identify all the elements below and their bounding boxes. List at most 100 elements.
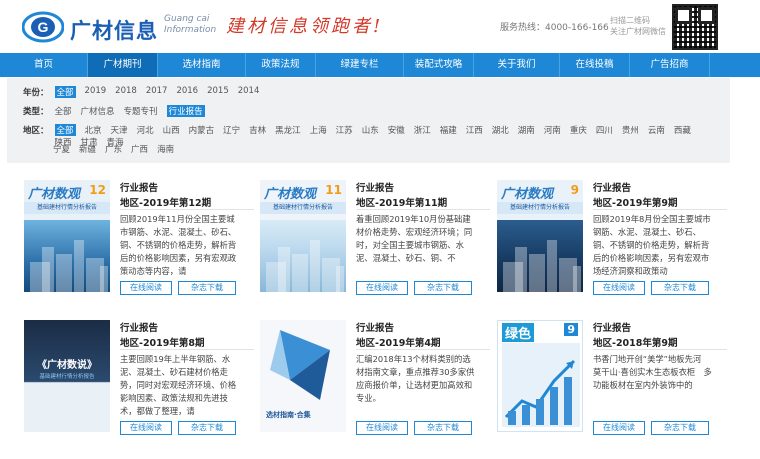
- filter-option[interactable]: 上海: [310, 124, 327, 136]
- card-subtitle[interactable]: 地区-2019年第11期: [356, 195, 447, 209]
- filter-option[interactable]: 专题专刊: [124, 105, 158, 117]
- card-title: 行业报告: [356, 323, 395, 334]
- filter-option[interactable]: 广东: [105, 143, 122, 155]
- cover-band: 基础建材行情分析报告: [39, 374, 95, 380]
- nav-item[interactable]: 广告招商: [630, 53, 710, 77]
- hotline: 服务热线：4000-166-166: [500, 23, 609, 33]
- cover-title: 《广材数说》: [37, 360, 97, 371]
- card-subtitle[interactable]: 地区-2019年第9期: [593, 195, 678, 209]
- filter-option[interactable]: 全部: [54, 124, 76, 136]
- journal-card: 选材指南·合集 行业报告 地区-2019年第4期汇编2018年13个材料类别的选材指…: [260, 320, 490, 448]
- filter-option[interactable]: 河北: [137, 124, 154, 136]
- year-filter: 年份： 全部 2019 2018 2017 2016 2015 2014: [23, 86, 260, 98]
- nav-item[interactable]: 选材指南: [158, 53, 246, 77]
- filter-option[interactable]: 四川: [596, 124, 613, 136]
- filter-panel: 年份： 全部 2019 2018 2017 2016 2015 2014 类型： 全部 广材信…: [7, 78, 730, 163]
- read-online-button[interactable]: 在线阅读: [356, 421, 408, 435]
- card-subtitle[interactable]: 地区-2019年第12期: [120, 195, 211, 209]
- download-button[interactable]: 杂志下载: [414, 421, 472, 435]
- nav-item[interactable]: 在线投稿: [560, 53, 630, 77]
- filter-option[interactable]: 安徽: [388, 124, 405, 136]
- filter-option[interactable]: 2019: [85, 86, 107, 98]
- nav-item[interactable]: 绿建专栏: [316, 53, 404, 77]
- filter-option[interactable]: 辽宁: [223, 124, 240, 136]
- card-description: 回顾2019年11月份全国主要城市钢筋、水泥、混凝土、砂石、铜、不锈钢的价格走势…: [120, 214, 237, 276]
- cover-band: 基础建材行情分析报告: [260, 202, 346, 214]
- filter-option[interactable]: 广西: [131, 143, 148, 155]
- nav-item[interactable]: 广材期刊: [88, 53, 158, 77]
- read-online-button[interactable]: 在线阅读: [120, 281, 172, 295]
- main-nav: 首页 广材期刊 选材指南 政策法规 绿建专栏 装配式攻略 关于我们 在线投稿 广告招商: [0, 53, 760, 77]
- download-button[interactable]: 杂志下载: [651, 281, 709, 295]
- filter-option[interactable]: 山西: [163, 124, 180, 136]
- read-online-button[interactable]: 在线阅读: [593, 421, 645, 435]
- card-subtitle[interactable]: 地区-2018年第9期: [593, 335, 678, 349]
- card-description: 书香门地开创“美学”地板先河 莫干山·喜创实木生态板衣柜 多功能板材在室内外装饰…: [593, 354, 712, 390]
- filter-option[interactable]: 山东: [362, 124, 379, 136]
- filter-option[interactable]: 湖南: [518, 124, 535, 136]
- read-online-button[interactable]: 在线阅读: [593, 281, 645, 295]
- journal-card: 广材数观 9 基础建材行情分析报告 行业报告 地区-2019年第9期 回顾2019年8月份…: [497, 180, 727, 308]
- nav-item[interactable]: 首页: [0, 53, 88, 77]
- cover-image: [24, 220, 110, 292]
- nav-item[interactable]: 装配式攻略: [404, 53, 474, 77]
- card-divider: [356, 209, 490, 210]
- filter-option[interactable]: 内蒙古: [189, 124, 215, 136]
- card-description: 汇编2018年13个材料类别的选材指南文章，重点推荐30多家供应商报价单，让选材…: [356, 354, 475, 403]
- filter-option[interactable]: 2015: [207, 86, 229, 98]
- filter-option[interactable]: 贵州: [622, 124, 639, 136]
- filter-option[interactable]: 全部: [55, 105, 72, 117]
- cover-issue: 11: [325, 183, 342, 197]
- filter-option[interactable]: 江苏: [336, 124, 353, 136]
- logo-text[interactable]: 广材信息: [70, 15, 158, 45]
- filter-option[interactable]: 湖北: [492, 124, 509, 136]
- read-online-button[interactable]: 在线阅读: [120, 421, 172, 435]
- cover-issue: 9: [570, 183, 579, 197]
- filter-option[interactable]: 黑龙江: [275, 124, 301, 136]
- download-button[interactable]: 杂志下载: [178, 421, 236, 435]
- filter-option[interactable]: 吉林: [249, 124, 266, 136]
- journal-cover[interactable]: 绿色 9: [497, 320, 583, 432]
- journal-cover[interactable]: 广材数观 11 基础建材行情分析报告: [260, 180, 346, 292]
- journal-cover[interactable]: 《广材数说》基础建材行情分析报告: [24, 320, 110, 432]
- card-title: 行业报告: [593, 183, 632, 194]
- filter-option[interactable]: 重庆: [570, 124, 587, 136]
- filter-option[interactable]: 行业报告: [166, 105, 205, 117]
- journal-cover[interactable]: 广材数观 12 基础建材行情分析报告: [24, 180, 110, 292]
- journal-card: 绿色 9 行业报告 地区-2018年第9期书香门地开创“美学”地板先河 莫干山·喜创实…: [497, 320, 727, 448]
- filter-option[interactable]: 新疆: [79, 143, 96, 155]
- filter-option[interactable]: 2018: [115, 86, 137, 98]
- filter-option[interactable]: 福建: [440, 124, 457, 136]
- journal-cover[interactable]: 广材数观 9 基础建材行情分析报告: [497, 180, 583, 292]
- card-title: 行业报告: [593, 323, 632, 334]
- filter-option[interactable]: 2016: [176, 86, 198, 98]
- card-subtitle[interactable]: 地区-2019年第8期: [120, 335, 205, 349]
- card-divider: [593, 209, 727, 210]
- qr-code-icon: [672, 4, 718, 50]
- filter-option[interactable]: 2014: [238, 86, 260, 98]
- filter-option[interactable]: 北京: [85, 124, 102, 136]
- card-description: 回顾2019年8月份全国主要城市钢筋、水泥、混凝土、砂石、铜、不锈钢的价格走势，…: [593, 214, 711, 276]
- download-button[interactable]: 杂志下载: [414, 281, 472, 295]
- read-online-button[interactable]: 在线阅读: [356, 281, 408, 295]
- download-button[interactable]: 杂志下载: [651, 421, 709, 435]
- filter-option[interactable]: 天津: [111, 124, 128, 136]
- filter-option[interactable]: 江西: [466, 124, 483, 136]
- filter-option[interactable]: 宁夏: [53, 143, 70, 155]
- nav-item[interactable]: 关于我们: [474, 53, 560, 77]
- filter-option[interactable]: 2017: [146, 86, 168, 98]
- journal-cover[interactable]: 选材指南·合集: [260, 320, 346, 432]
- filter-option[interactable]: 浙江: [414, 124, 431, 136]
- filter-option[interactable]: 云南: [648, 124, 665, 136]
- download-button[interactable]: 杂志下载: [178, 281, 236, 295]
- filter-option[interactable]: 西藏: [674, 124, 691, 136]
- card-subtitle[interactable]: 地区-2019年第4期: [356, 335, 441, 349]
- nav-item[interactable]: 政策法规: [246, 53, 316, 77]
- filter-option[interactable]: 海南: [157, 143, 174, 155]
- logo-icon[interactable]: G: [22, 11, 64, 43]
- cover-title: 广材数观: [501, 187, 554, 202]
- filter-option[interactable]: 全部: [54, 86, 76, 98]
- filter-option[interactable]: 河南: [544, 124, 561, 136]
- filter-option[interactable]: 广材信息: [81, 105, 115, 117]
- qr-caption: 扫描二维码 关注广材网微信: [610, 16, 666, 36]
